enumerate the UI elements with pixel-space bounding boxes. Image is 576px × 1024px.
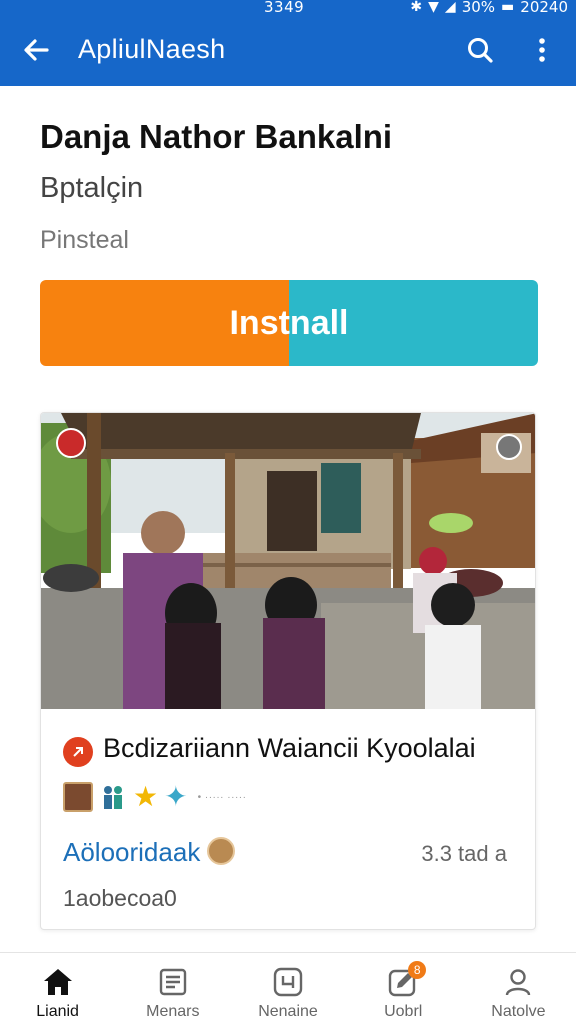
nav-label-calendar: Nenaine: [258, 1003, 318, 1020]
more-options-button[interactable]: [524, 32, 560, 68]
install-status: Pinsteal: [40, 226, 129, 254]
signal-icon: ◢: [444, 0, 456, 15]
nav-item-home[interactable]: Lianid: [0, 953, 115, 1024]
status-time: 3349: [264, 0, 305, 16]
home-icon: [41, 965, 75, 999]
developer-name: Bptalçin: [40, 172, 144, 204]
star-icon: ★: [133, 781, 159, 812]
edit-icon: 8: [386, 961, 427, 999]
nav-badge: 8: [408, 961, 427, 979]
nav-label-profile: Natolve: [491, 1003, 546, 1020]
status-right: ✱ ▼ ◢ 30% ▬ 20240: [410, 0, 568, 16]
battery-percent: 30%: [461, 0, 496, 16]
calendar-icon: [271, 965, 305, 999]
card-source-icon: [63, 737, 93, 767]
bluetooth-icon: ✱: [410, 0, 423, 15]
nav-label-menus: Menars: [146, 1003, 200, 1020]
top-bar: 3349 ✱ ▼ ◢ 30% ▬ 20240 ApliulNaesh: [0, 0, 576, 86]
nav-label-edit: Uobrl: [384, 1003, 423, 1020]
play-arrow-icon: [73, 747, 83, 757]
thumbnail-icon: [63, 782, 93, 812]
card-title[interactable]: Bcdizariiann Waiancii Kyoolalai: [103, 733, 476, 764]
search-button[interactable]: [462, 32, 498, 68]
status-bar: 3349 ✱ ▼ ◢ 30% ▬ 20240: [0, 0, 576, 22]
nav-label-home: Lianid: [36, 1003, 79, 1020]
card-photo[interactable]: [41, 413, 536, 709]
card-date: 1aobecoa0: [63, 885, 177, 911]
app-name: Danja Nathor Bankalni: [40, 118, 393, 155]
search-icon: [468, 38, 493, 63]
wifi-icon: ▼: [428, 0, 439, 15]
star-outline-icon: ✦: [164, 781, 188, 812]
nav-item-profile[interactable]: Natolve: [461, 953, 576, 1024]
arrow-left-icon: [24, 39, 49, 61]
people-icon: [99, 783, 127, 811]
card-size: 3.3 tad a: [421, 841, 507, 866]
list-icon: [156, 965, 190, 999]
app-screen: 3349 ✱ ▼ ◢ 30% ▬ 20240 ApliulNaesh Danja…: [0, 0, 576, 1024]
content-card[interactable]: Bcdizariiann Waiancii Kyoolalai ★ ✦ • ··…: [40, 412, 536, 930]
person-icon: [501, 965, 535, 999]
card-meta-row: ★ ✦ • ····· ·····: [63, 781, 246, 813]
back-button[interactable]: [18, 32, 54, 68]
author-avatar: [207, 837, 235, 865]
rating-text: • ····· ·····: [197, 791, 247, 803]
install-button-label: Instnall: [229, 303, 349, 342]
app-bar-title: ApliulNaesh: [78, 34, 226, 64]
status-clock: 20240: [520, 0, 568, 16]
nav-item-calendar[interactable]: Nenaine: [230, 953, 345, 1024]
nav-item-menus[interactable]: Menars: [115, 953, 230, 1024]
battery-icon: ▬: [501, 0, 515, 15]
install-button[interactable]: Instnall: [40, 280, 538, 366]
app-bar: ApliulNaesh: [0, 22, 576, 82]
more-vert-icon: [539, 38, 545, 62]
bottom-navigation: Lianid Menars Nenaine 8 Uobrl Natolve: [0, 952, 576, 1024]
nav-item-edit[interactable]: 8 Uobrl: [346, 953, 461, 1024]
card-author-link[interactable]: Aölooridaak: [63, 837, 200, 868]
